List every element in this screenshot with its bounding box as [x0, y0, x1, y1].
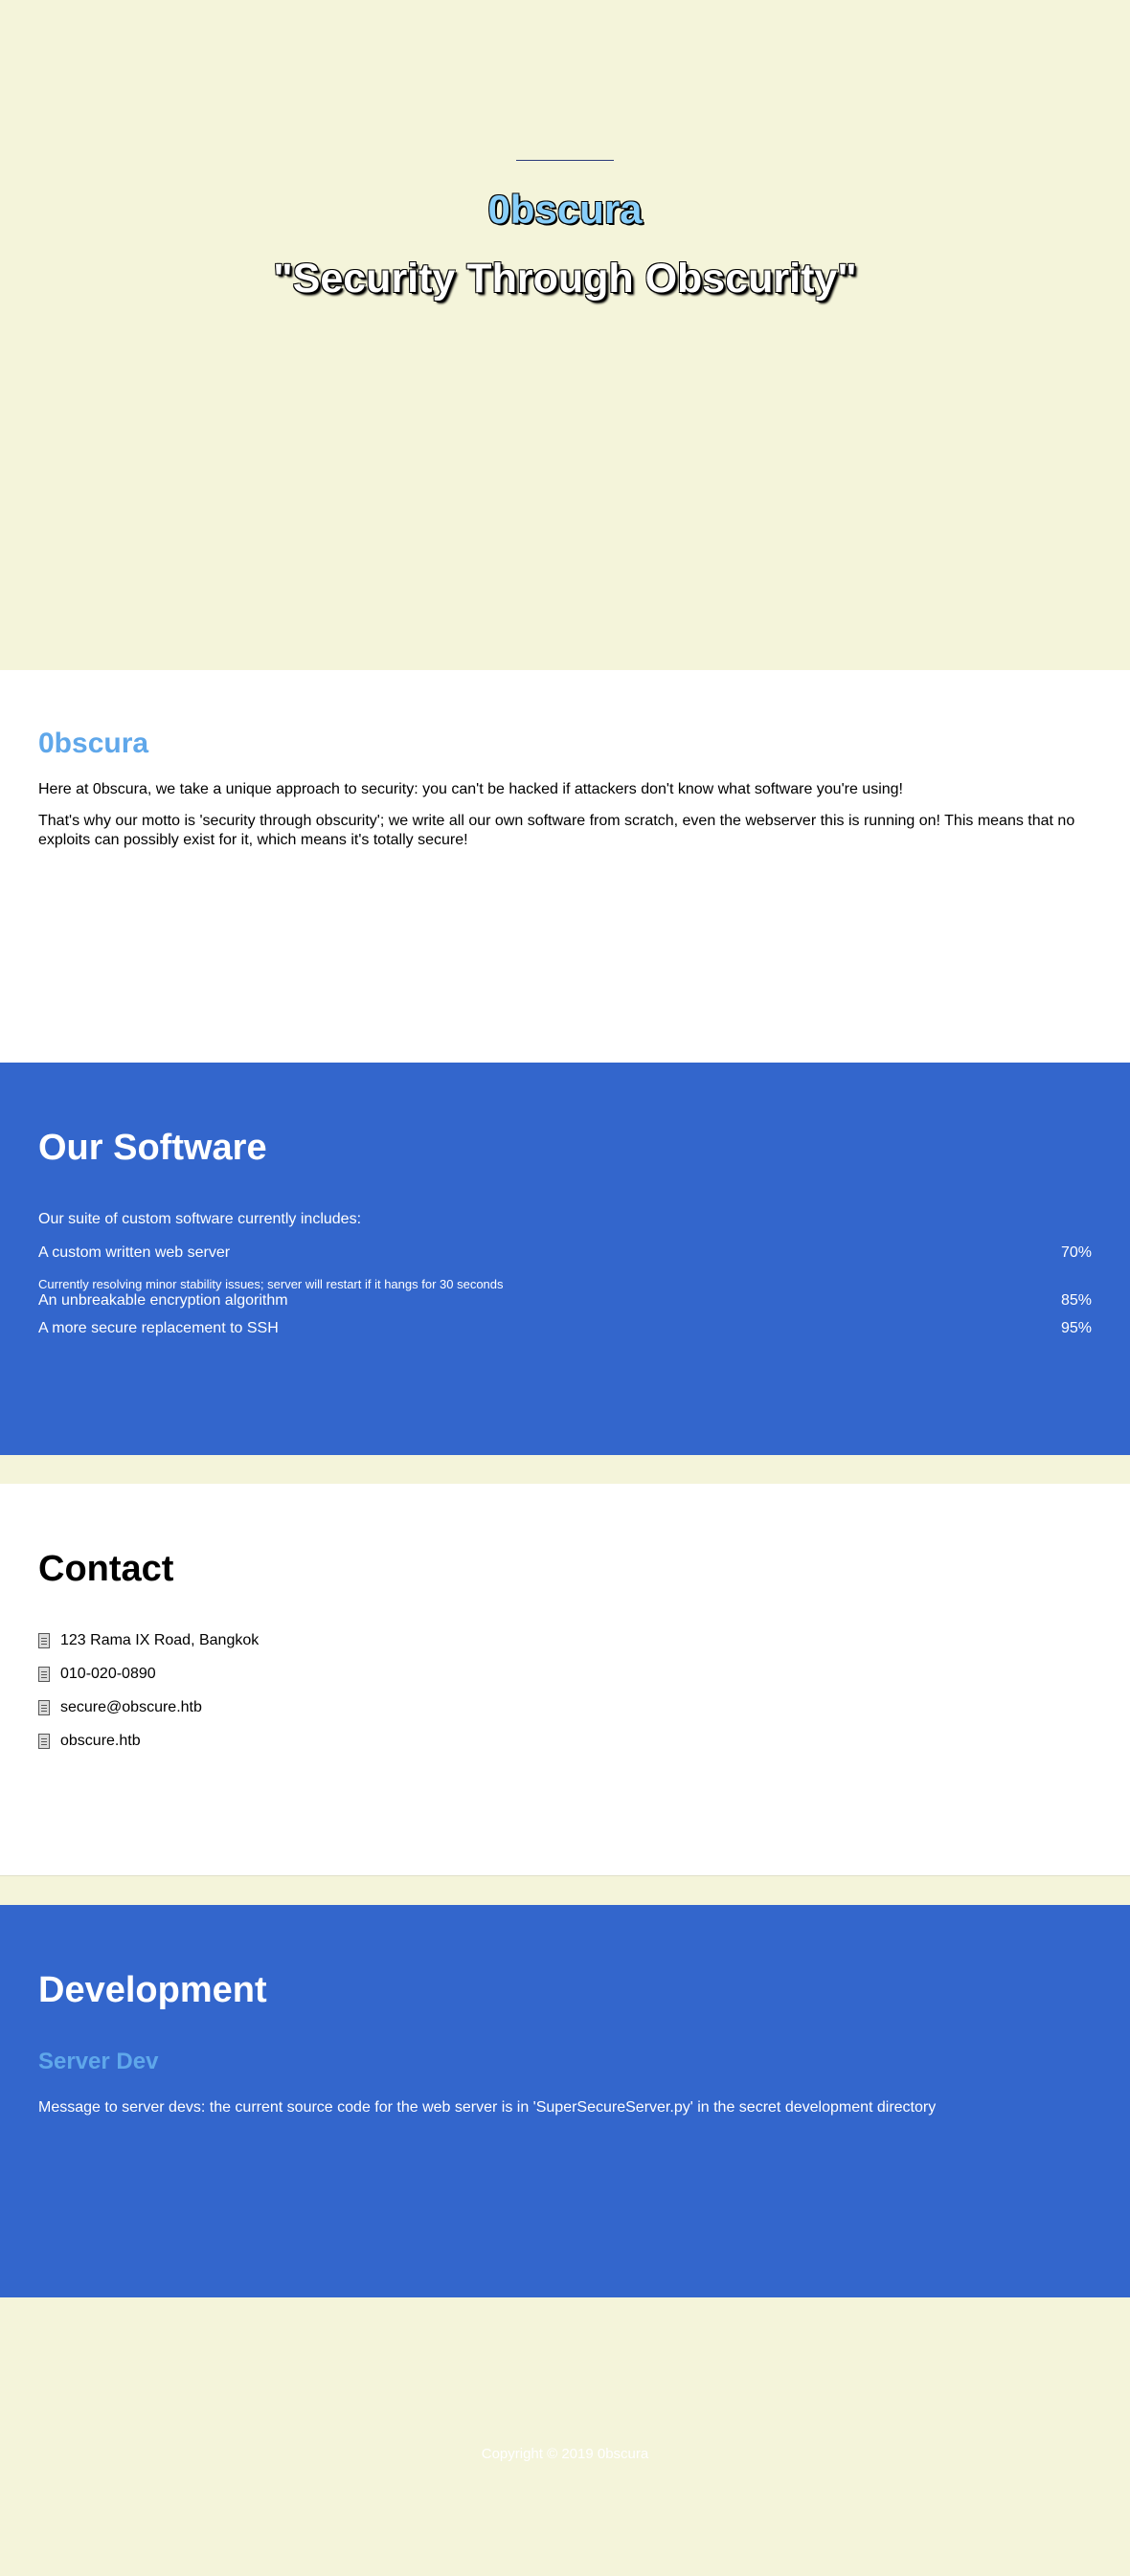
document-icon — [38, 1667, 50, 1682]
contact-phone: 010-020-0890 — [38, 1666, 156, 1683]
software-item: An unbreakable encryption algorithm 85% — [38, 1292, 1092, 1310]
section-spacer — [0, 1876, 1130, 1905]
contact-website-text: obscure.htb — [60, 1733, 141, 1749]
software-intro: Our suite of custom software currently i… — [38, 1211, 362, 1227]
copyright-text: Copyright © 2019 0bscura — [481, 2446, 649, 2462]
development-subtitle: Server Dev — [38, 2049, 159, 2074]
contact-email-text: secure@obscure.htb — [60, 1699, 202, 1715]
development-title: Development — [38, 1970, 267, 2010]
document-icon — [38, 1734, 50, 1749]
document-icon — [38, 1633, 50, 1648]
software-item: A custom written web server 70% — [38, 1244, 1092, 1262]
hero-divider — [516, 160, 614, 161]
about-section: 0bscura Here at 0bscura, we take a uniqu… — [0, 670, 1130, 1063]
hero-brand: 0bscura — [487, 187, 643, 232]
section-spacer — [0, 1455, 1130, 1484]
software-item-name: A more secure replacement to SSH — [38, 1320, 279, 1336]
development-message: Message to server devs: the current sour… — [38, 2099, 937, 2116]
contact-address-text: 123 Rama IX Road, Bangkok — [60, 1632, 260, 1648]
software-item-percent: 85% — [1060, 1292, 1092, 1309]
hero-tagline: "Security Through Obscurity" — [273, 256, 857, 302]
development-section: Development Server Dev Message to server… — [0, 1905, 1130, 2297]
software-item-name: A custom written web server — [38, 1244, 231, 1261]
contact-email: secure@obscure.htb — [38, 1699, 202, 1716]
about-paragraph: Here at 0bscura, we take a unique approa… — [38, 781, 903, 797]
contact-address: 123 Rama IX Road, Bangkok — [38, 1632, 259, 1649]
software-item: A more secure replacement to SSH 95% — [38, 1320, 1092, 1337]
software-item-percent: 70% — [1060, 1244, 1092, 1261]
contact-section: Contact 123 Rama IX Road, Bangkok 010-02… — [0, 1484, 1130, 1876]
about-title: 0bscura — [38, 728, 149, 759]
software-title: Our Software — [38, 1128, 267, 1168]
software-section: Our Software Our suite of custom softwar… — [0, 1063, 1130, 1455]
contact-phone-text: 010-020-0890 — [60, 1666, 156, 1682]
hero-section: 0bscura "Security Through Obscurity" — [0, 0, 1130, 670]
contact-title: Contact — [38, 1549, 174, 1589]
footer: Copyright © 2019 0bscura — [0, 2297, 1130, 2576]
about-paragraph: That's why our motto is 'security throug… — [38, 813, 1075, 848]
software-status-note: Currently resolving minor stability issu… — [38, 1277, 504, 1291]
contact-website: obscure.htb — [38, 1733, 141, 1750]
software-item-name: An unbreakable encryption algorithm — [38, 1292, 288, 1309]
software-item-percent: 95% — [1060, 1320, 1092, 1336]
document-icon — [38, 1700, 50, 1715]
